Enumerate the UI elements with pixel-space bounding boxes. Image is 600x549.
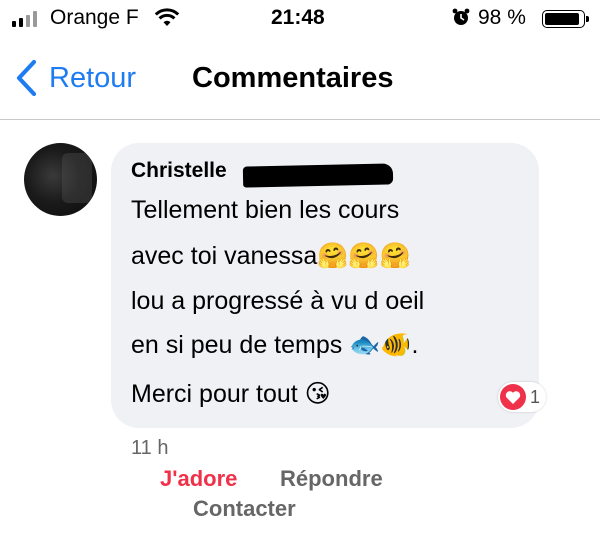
navigation-bar: Retour Commentaires [0, 40, 600, 120]
comment-author[interactable]: Christelle [131, 159, 227, 183]
comment-line: avec toi vanessa🤗🤗🤗 [131, 242, 411, 270]
contact-button[interactable]: Contacter [193, 496, 296, 522]
battery-icon [542, 10, 589, 28]
comment-line: Merci pour tout 😘 [131, 380, 331, 408]
wifi-icon [154, 8, 180, 26]
reaction-count: 1 [530, 386, 541, 407]
avatar[interactable] [24, 143, 97, 216]
alarm-clock-icon [452, 8, 470, 25]
comment-line: en si peu de temps 🐟🐠. [131, 331, 419, 359]
status-bar: Orange F 21:48 98 % [0, 0, 600, 40]
comment-timestamp: 11 h [131, 437, 169, 459]
heart-icon [500, 384, 526, 410]
page-title: Commentaires [192, 62, 394, 94]
reply-button[interactable]: Répondre [280, 466, 383, 492]
battery-percent: 98 % [478, 6, 526, 29]
comment-line: Tellement bien les cours [131, 196, 400, 224]
reaction-badge[interactable]: 1 [498, 382, 547, 412]
carrier-name: Orange F [50, 6, 139, 29]
like-button[interactable]: J'adore [160, 466, 237, 492]
comment-line: lou a progressé à vu d oeil [131, 287, 425, 315]
chevron-left-icon [16, 59, 37, 97]
back-label: Retour [49, 61, 137, 94]
redacted-surname [242, 163, 394, 188]
status-time: 21:48 [271, 6, 325, 29]
back-button[interactable]: Retour [14, 58, 136, 98]
